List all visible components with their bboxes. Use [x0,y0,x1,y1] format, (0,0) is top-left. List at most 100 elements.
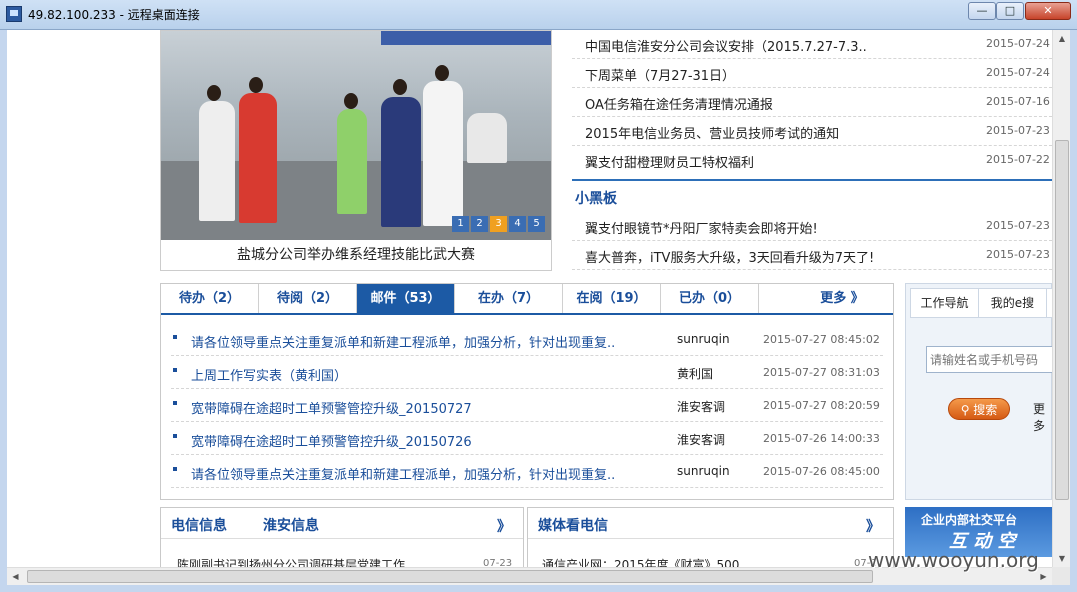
bullet-icon [173,467,177,471]
minimize-button[interactable]: — [968,2,996,20]
mail-subject[interactable]: 宽带障碍在途超时工单预警管控升级_20150726 [191,431,472,450]
mail-subject[interactable]: 宽带障碍在途超时工单预警管控升级_20150727 [191,398,472,417]
news-date: 2015-07-24 [986,66,1050,79]
more-link[interactable]: 更多 》 [797,284,887,313]
slide-dot-active[interactable]: 3 [490,216,507,232]
mail-subject[interactable]: 请各位领导重点关注重复派单和新建工程派单，加强分析，针对出现重复.. [191,332,615,351]
slide-dot[interactable]: 1 [452,216,469,232]
xiaoheiban-header: 小黑板 [572,179,1052,212]
tab-zaiban[interactable]: 在办（7） [455,284,563,313]
more-icon[interactable]: 》 [497,516,511,536]
window-frame-left [0,30,7,585]
slide-dot[interactable]: 4 [509,216,526,232]
tab-my-esearch[interactable]: 我的e搜 [979,289,1047,317]
search-tabs: 工作导航 我的e搜 [910,288,1052,318]
info-item[interactable]: 陈刚副书记到扬州分公司调研基层党建工作 [177,556,405,567]
media-title[interactable]: 媒体看电信 [538,515,608,535]
bullet-icon [173,401,177,405]
scroll-up-icon[interactable]: ▲ [1053,30,1071,47]
slide-dot[interactable]: 5 [528,216,545,232]
news-title[interactable]: 翼支付眼镜节*丹阳厂家特卖会即将开始! [585,218,818,237]
telecom-info-header: 电信信息 淮安信息 》 [161,508,523,539]
telecom-info-panel: 电信信息 淮安信息 》 陈刚副书记到扬州分公司调研基层党建工作 07-23 [160,507,524,567]
remote-viewport: 1 2 3 4 5 盐城分公司举办维系经理技能比武大赛 中国电信淮安分公司会议安… [7,30,1052,567]
mail-sender: 黄利国 [677,367,714,381]
slideshow-caption[interactable]: 盐城分公司举办维系经理技能比武大赛 [161,240,551,271]
slide-dot[interactable]: 2 [471,216,488,232]
tab-yiban[interactable]: 已办（0） [661,284,759,313]
window-titlebar[interactable]: 49.82.100.233 - 远程桌面连接 — □ ✕ [0,0,1077,30]
tab-zaiyue[interactable]: 在阅（19） [563,284,661,313]
work-tabbar: 待办（2） 待阅（2） 邮件（53） 在办（7） 在阅（19） 已办（0） 更多… [161,284,893,315]
news-title[interactable]: 下周菜单（7月27-31日） [585,65,735,84]
scroll-left-icon[interactable]: ◀ [7,568,24,585]
news-date: 2015-07-22 [986,153,1050,166]
mail-sender: 淮安客调 [677,433,726,447]
search-input[interactable] [926,346,1052,373]
mail-row[interactable]: 宽带障碍在途超时工单预警管控升级_20150727 淮安客调 2015-07-27 … [171,389,883,422]
news-date: 2015-07-23 [986,248,1050,261]
news-title[interactable]: 翼支付甜橙理财员工特权福利 [585,152,754,171]
mail-row[interactable]: 上周工作写实表（黄利国） 黄利国 2015-07-27 08:31:03 [171,356,883,389]
xiaoheiban-item[interactable]: 喜大普奔，iTV服务大升级，3天回看升级为7天了! 2015-07-23 [572,241,1052,270]
news-title[interactable]: OA任务箱在途任务清理情况通报 [585,94,773,113]
news-item[interactable]: 中国电信淮安分公司会议安排（2015.7.27-7.3.. 2015-07-24 [572,30,1052,59]
tab-daiyue[interactable]: 待阅（2） [259,284,357,313]
horizontal-scroll-thumb[interactable] [27,570,873,583]
close-button[interactable]: ✕ [1025,2,1071,20]
mail-time: 2015-07-26 14:00:33 [763,432,880,445]
mail-time: 2015-07-27 08:31:03 [763,366,880,379]
bullet-icon [173,368,177,372]
xiaoheiban-title: 小黑板 [575,191,617,207]
mail-row[interactable]: 请各位领导重点关注重复派单和新建工程派单，加强分析，针对出现重复.. sunruq… [171,323,883,356]
news-item[interactable]: OA任务箱在途任务清理情况通报 2015-07-16 [572,88,1052,117]
vertical-scroll-thumb[interactable] [1055,140,1069,500]
news-item[interactable]: 2015年电信业务员、营业员技师考试的通知 2015-07-23 [572,117,1052,146]
mail-row[interactable]: 请各位领导重点关注重复派单和新建工程派单，加强分析，针对出现重复.. sunruq… [171,455,883,488]
slideshow-image[interactable]: 1 2 3 4 5 [161,31,551,240]
more-icon[interactable]: 》 [866,516,880,536]
bullet-icon [173,434,177,438]
media-header: 媒体看电信 》 [528,508,893,539]
tab-huaian-info[interactable]: 淮安信息 [263,515,319,535]
remote-desktop-icon [6,6,22,22]
mail-sender: sunruqin [677,464,730,478]
news-title[interactable]: 中国电信淮安分公司会议安排（2015.7.27-7.3.. [585,36,867,55]
search-panel: 工作导航 我的e搜 ⚲ 搜索 更多 [905,283,1052,500]
mail-row[interactable]: 宽带障碍在途超时工单预警管控升级_20150726 淮安客调 2015-07-26 … [171,422,883,455]
tab-telecom-info[interactable]: 电信信息 [171,515,227,535]
media-item[interactable]: 通信产业网：2015年度《财富》500 [542,556,739,567]
mail-subject[interactable]: 请各位领导重点关注重复派单和新建工程派单，加强分析，针对出现重复.. [191,464,615,483]
news-title[interactable]: 喜大普奔，iTV服务大升级，3天回看升级为7天了! [585,247,874,266]
news-date: 2015-07-23 [986,124,1050,137]
mail-sender: sunruqin [677,332,730,346]
mail-subject[interactable]: 上周工作写实表（黄利国） [191,365,347,384]
news-title[interactable]: 2015年电信业务员、营业员技师考试的通知 [585,123,839,142]
scroll-corner [1052,567,1070,585]
news-date: 2015-07-24 [986,37,1050,50]
news-item[interactable]: 下周菜单（7月27-31日） 2015-07-24 [572,59,1052,88]
search-button[interactable]: ⚲ 搜索 [948,398,1010,420]
news-date: 2015-07-16 [986,95,1050,108]
scroll-down-icon[interactable]: ▼ [1053,550,1071,567]
news-date: 2015-07-23 [986,219,1050,232]
maximize-button[interactable]: □ [996,2,1024,20]
mail-time: 2015-07-27 08:20:59 [763,399,880,412]
window-title: 49.82.100.233 - 远程桌面连接 [28,8,200,22]
bullet-icon [173,335,177,339]
tab-mail[interactable]: 邮件（53） [357,284,455,313]
window-frame-bottom [0,585,1077,592]
slideshow-pager[interactable]: 1 2 3 4 5 [452,216,545,232]
watermark: www.wooyun.org [868,548,1039,572]
mail-sender: 淮安客调 [677,400,726,414]
xiaoheiban-item[interactable]: 翼支付眼镜节*丹阳厂家特卖会即将开始! 2015-07-23 [572,212,1052,241]
more-link[interactable]: 更多 [1033,400,1051,434]
search-button-label: 搜索 [973,403,998,417]
mail-time: 2015-07-26 08:45:00 [763,465,880,478]
vertical-scrollbar[interactable]: ▲ ▼ [1052,30,1070,567]
tab-daiban[interactable]: 待办（2） [161,284,259,313]
mail-time: 2015-07-27 08:45:02 [763,333,880,346]
photo-slideshow[interactable]: 1 2 3 4 5 盐城分公司举办维系经理技能比武大赛 [160,30,552,271]
tab-work-nav[interactable]: 工作导航 [911,289,979,317]
news-item[interactable]: 翼支付甜橙理财员工特权福利 2015-07-22 [572,146,1052,175]
